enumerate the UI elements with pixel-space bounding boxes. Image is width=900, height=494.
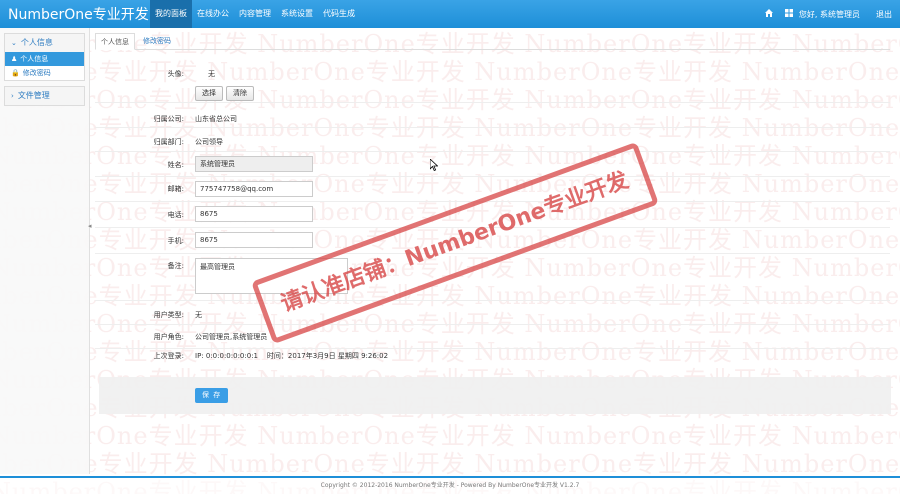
select-avatar-button[interactable]: 选择 <box>195 86 223 101</box>
top-right-area: 您好, 系统管理员 退出 <box>753 0 892 28</box>
phone-field[interactable]: 8675 <box>195 206 313 222</box>
form-row-phone: 电话: 8675 <box>95 203 890 228</box>
sidebar-group-personal-header[interactable]: ⌄ 个人信息 <box>5 34 84 52</box>
tab-change-password[interactable]: 修改密码 <box>138 33 176 50</box>
sidebar-group-files: › 文件管理 <box>4 86 85 106</box>
topnav-code-generate[interactable]: 代码生成 <box>318 0 360 28</box>
sidebar-item-label: 个人信息 <box>20 55 49 63</box>
company-value: 山东省总公司 <box>195 115 237 123</box>
mobile-label: 手机: <box>167 237 184 245</box>
company-label: 归属公司: <box>153 115 184 123</box>
form-row-name: 姓名: 系统管理员 <box>95 153 890 177</box>
logout-link[interactable]: 退出 <box>876 9 892 20</box>
topnav-system-settings[interactable]: 系统设置 <box>276 0 318 28</box>
top-menu: 我的面板 在线办公 内容管理 系统设置 代码生成 <box>150 0 360 28</box>
sidebar-group-personal: ⌄ 个人信息 ♟ 个人信息 🔒 修改密码 <box>4 33 85 81</box>
department-label: 归属部门: <box>153 138 184 146</box>
email-field[interactable]: 775747758@qq.com <box>195 181 313 197</box>
form-row-company: 归属公司: 山东省总公司 <box>95 106 890 128</box>
email-label: 邮箱: <box>167 185 184 193</box>
remarks-label: 备注: <box>167 262 184 270</box>
topnav-my-panel[interactable]: 我的面板 <box>150 0 192 28</box>
mouse-cursor-icon <box>429 158 439 173</box>
sidebar-item-profile[interactable]: ♟ 个人信息 <box>5 52 84 66</box>
watermark-row: NumberOne专业开发 NumberOne专业开发 NumberOne专业开… <box>0 450 900 478</box>
user-roles-label: 用户角色: <box>153 333 184 341</box>
content-tabs: 个人信息 修改密码 <box>95 33 890 50</box>
form-row-remarks: 备注: 最高管理员 <box>95 255 890 301</box>
footer-copyright: Copyright © 2012-2016 NumberOne专业开发 - Po… <box>0 476 900 494</box>
mobile-field[interactable]: 8675 <box>195 232 313 248</box>
watermark-row: NumberOne专业开发 NumberOne专业开发 NumberOne专业开… <box>0 422 900 450</box>
save-button[interactable]: 保 存 <box>195 388 229 403</box>
user-roles-value: 公司管理员,系统管理员 <box>195 333 268 341</box>
grid-icon[interactable] <box>784 8 793 20</box>
form-row-avatar: 头像: 无 选择 清除 <box>95 51 890 103</box>
sidebar-group-files-header[interactable]: › 文件管理 <box>5 87 84 105</box>
sidebar-collapse-icon[interactable]: ◂ <box>88 222 94 230</box>
sidebar-group-label: 文件管理 <box>17 91 50 100</box>
sidebar: ⌄ 个人信息 ♟ 个人信息 🔒 修改密码 › 文件管理 <box>0 28 90 474</box>
sidebar-item-change-password[interactable]: 🔒 修改密码 <box>5 66 84 80</box>
form-row-last-login: 上次登录: IP: 0:0:0:0:0:0:0:1 时间：2017年3月9日 星… <box>95 350 890 372</box>
department-value: 公司领导 <box>195 138 223 146</box>
avatar-value: 无 <box>208 70 215 78</box>
chevron-right-icon: › <box>11 92 14 100</box>
name-label: 姓名: <box>167 161 184 169</box>
profile-form: 头像: 无 选择 清除 归属公司: 山东省总公司 归属部门: 公司领导 姓名: … <box>95 51 890 416</box>
name-field[interactable]: 系统管理员 <box>195 156 313 172</box>
form-row-email: 邮箱: 775747758@qq.com <box>95 178 890 202</box>
form-row-mobile: 手机: 8675 <box>95 229 890 254</box>
remarks-textarea[interactable]: 最高管理员 <box>195 258 348 294</box>
user-icon: ♟ <box>11 55 18 63</box>
clear-avatar-button[interactable]: 清除 <box>226 86 254 101</box>
user-type-label: 用户类型: <box>153 311 184 319</box>
form-actions-bar: 保 存 <box>99 377 891 414</box>
sidebar-item-label: 修改密码 <box>22 69 51 77</box>
top-navbar: NumberOne专业开发 我的面板 在线办公 内容管理 系统设置 代码生成 您… <box>0 0 900 28</box>
sidebar-group-label: 个人信息 <box>20 38 53 47</box>
form-row-user-type: 用户类型: 无 <box>95 302 890 325</box>
tab-personal-info[interactable]: 个人信息 <box>95 33 135 50</box>
form-row-department: 归属部门: 公司领导 <box>95 129 890 152</box>
topnav-content-manage[interactable]: 内容管理 <box>234 0 276 28</box>
brand-logo[interactable]: NumberOne专业开发 <box>8 4 149 24</box>
last-login-value: IP: 0:0:0:0:0:0:0:1 时间：2017年3月9日 星期四 9:2… <box>195 352 389 360</box>
topnav-online-office[interactable]: 在线办公 <box>192 0 234 28</box>
last-login-label: 上次登录: <box>153 352 184 360</box>
phone-label: 电话: <box>167 211 184 219</box>
chevron-down-icon: ⌄ <box>11 39 17 47</box>
home-icon[interactable] <box>764 8 773 20</box>
user-greeting[interactable]: 您好, 系统管理员 <box>799 9 860 20</box>
user-type-value: 无 <box>195 311 202 319</box>
lock-icon: 🔒 <box>11 69 20 77</box>
form-row-roles: 用户角色: 公司管理员,系统管理员 <box>95 326 890 349</box>
avatar-label: 头像: <box>167 70 184 78</box>
